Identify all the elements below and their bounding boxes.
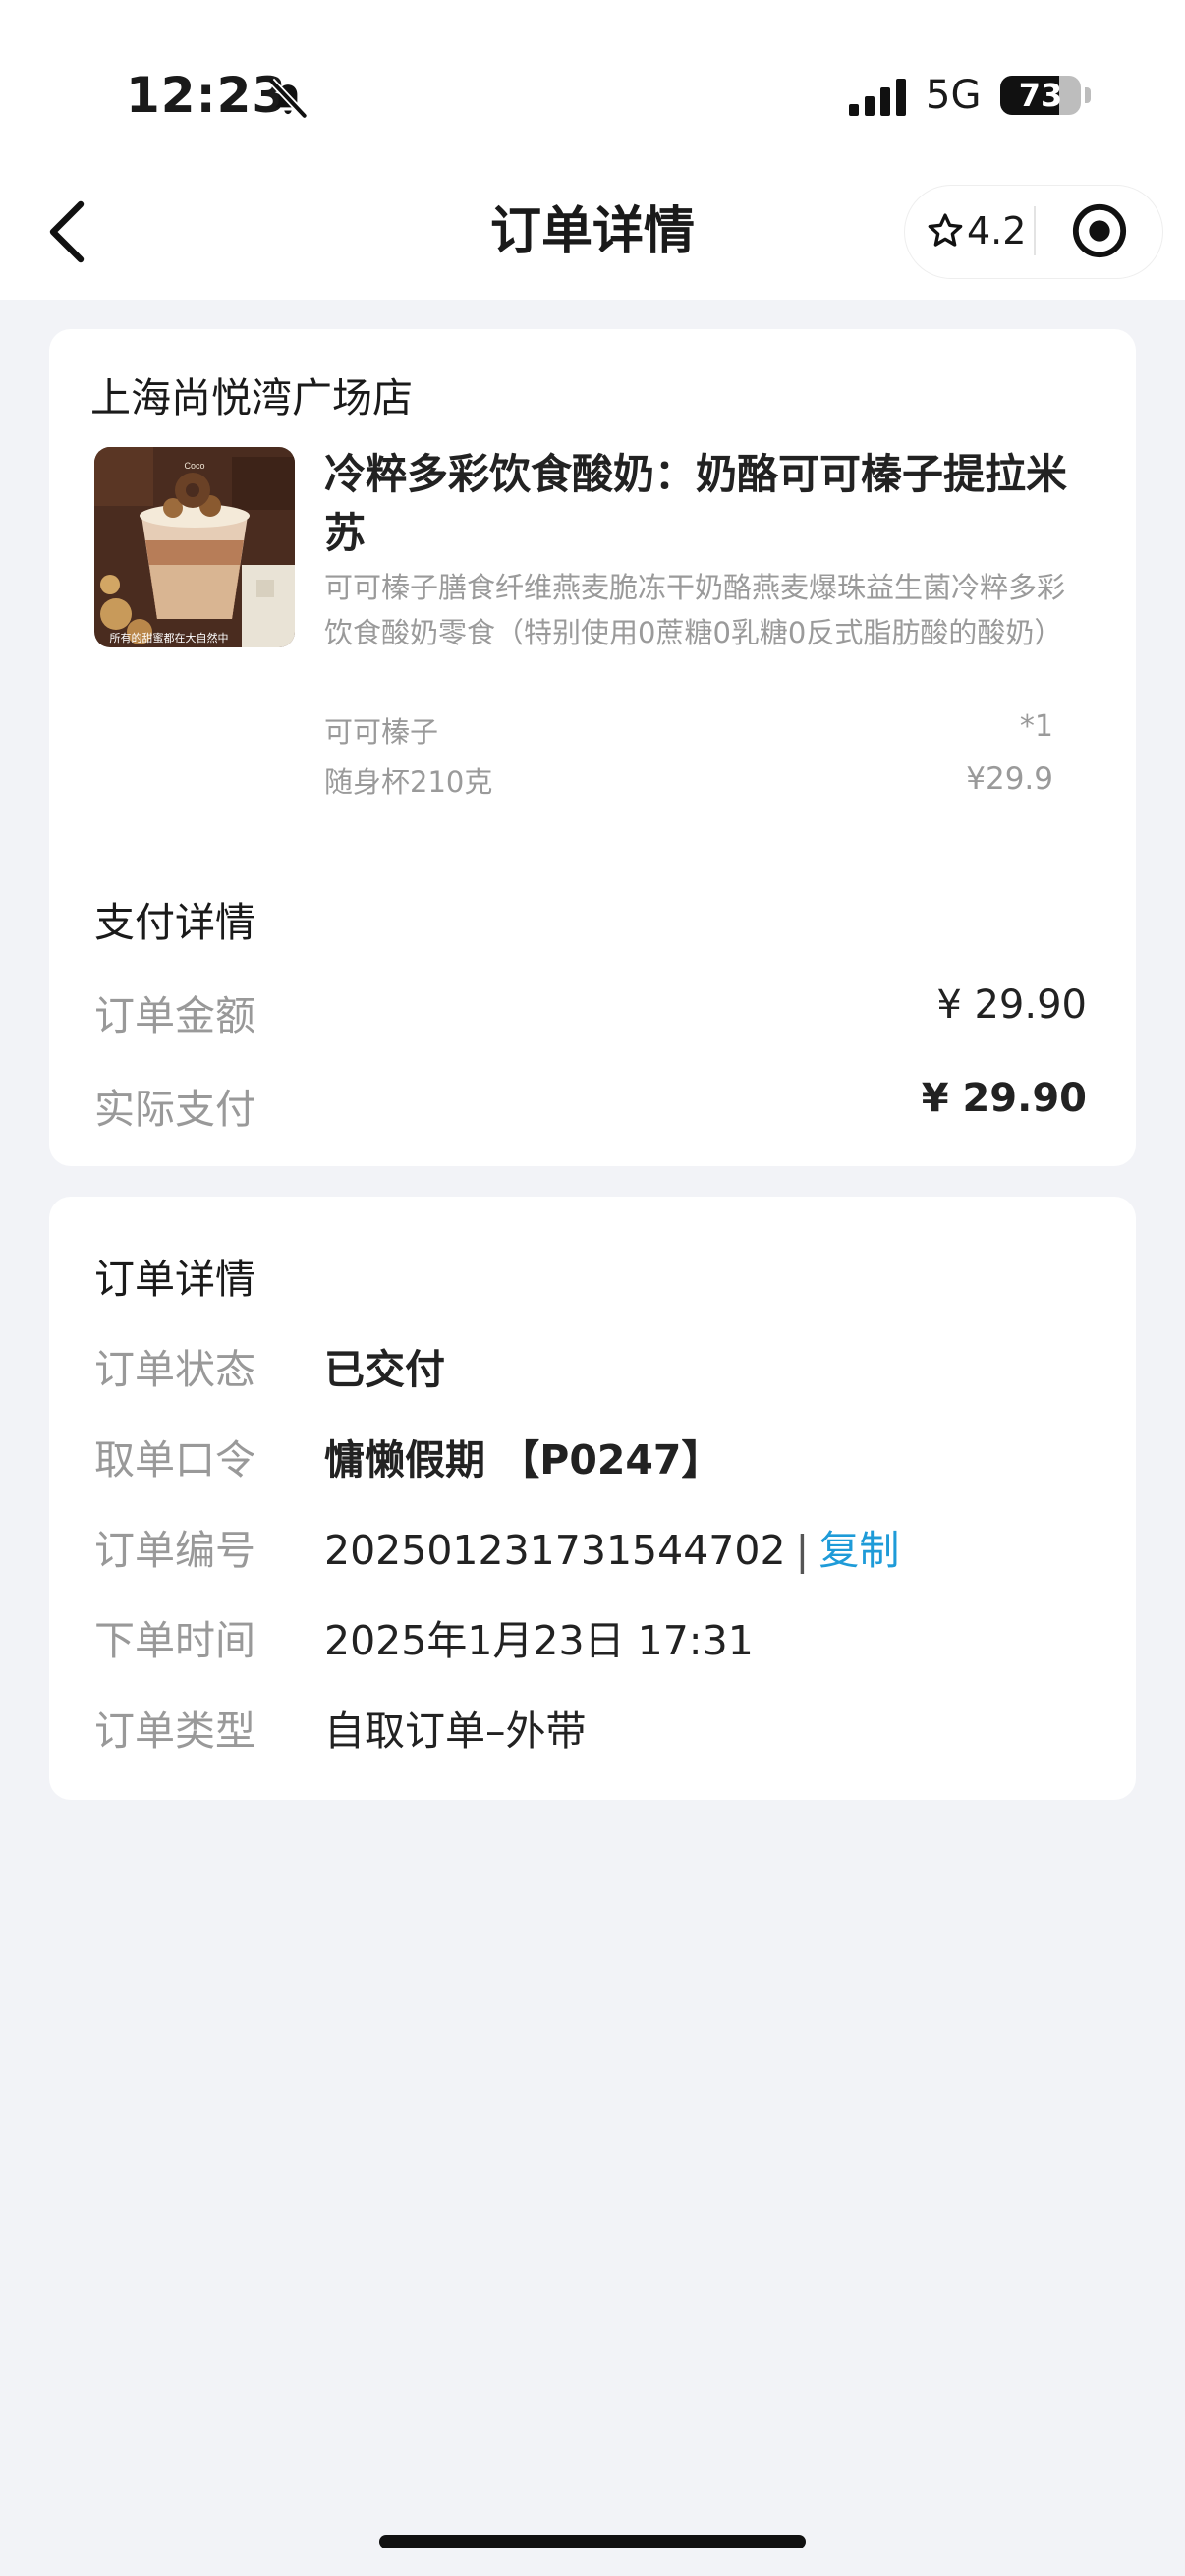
order-amount-value: ¥ 29.90 <box>936 982 1087 1028</box>
payment-section-title: 支付详情 <box>94 899 255 946</box>
capsule-divider <box>1034 206 1036 255</box>
order-card: 上海尚悦湾广场店 Coco 所有的甜蜜都在大自然中 冷粹多彩饮食酸奶：奶酪可可榛… <box>49 329 1136 1166</box>
order-status-value: 已交付 <box>324 1346 445 1393</box>
pickup-code-label: 取单口令 <box>94 1436 255 1484</box>
rating-value[interactable]: 4.2 <box>967 206 1026 255</box>
network-type: 5G <box>926 73 982 118</box>
store-name[interactable]: 上海尚悦湾广场店 <box>90 364 413 423</box>
product-price: ¥29.9 <box>966 761 1053 797</box>
order-detail-card: 订单详情 订单状态 已交付 取单口令 慵懒假期 【P0247】 订单编号 202… <box>49 1197 1136 1800</box>
product-image[interactable]: Coco 所有的甜蜜都在大自然中 <box>94 447 295 647</box>
copy-order-number-button[interactable]: 复制 <box>818 1527 899 1574</box>
battery-tip <box>1085 87 1091 103</box>
star-outline-icon[interactable] <box>926 211 965 251</box>
product-image-brand: Coco <box>184 461 204 471</box>
battery-percent: 73 <box>1018 77 1063 114</box>
product-title[interactable]: 冷粹多彩饮食酸奶：奶酪可可榛子提拉米苏 <box>324 445 1091 563</box>
order-number-value: 202501231731544702 <box>324 1527 786 1574</box>
product-spec-flavor: 可可榛子 <box>324 715 439 749</box>
order-amount-label: 订单金额 <box>94 992 255 1039</box>
order-number-separator: | <box>795 1527 810 1574</box>
top-bar: 12:23 5G 73 订单详情 4.2 <box>0 0 1185 300</box>
battery-icon: 73 <box>1000 76 1081 115</box>
paid-amount-value: ¥ 29.90 <box>921 1076 1087 1121</box>
order-status-label: 订单状态 <box>94 1346 255 1393</box>
bell-slash-icon <box>268 78 308 119</box>
detail-section-title: 订单详情 <box>94 1256 255 1303</box>
paid-amount-label: 实际支付 <box>94 1086 255 1133</box>
target-circle-icon[interactable] <box>1071 202 1128 259</box>
order-type-value: 自取订单–外带 <box>324 1708 587 1755</box>
product-image-caption: 所有的甜蜜都在大自然中 <box>110 631 229 644</box>
product-quantity: *1 <box>1019 709 1053 744</box>
order-time-value: 2025年1月23日 17:31 <box>324 1617 754 1664</box>
home-indicator[interactable] <box>379 2535 806 2548</box>
order-number-label: 订单编号 <box>94 1527 255 1574</box>
order-type-label: 订单类型 <box>94 1708 255 1755</box>
product-spec-size: 随身杯210克 <box>324 765 493 799</box>
order-number-row: 202501231731544702 | 复制 <box>324 1517 899 1576</box>
product-description: 可可榛子膳食纤维燕麦脆冻干奶酪燕麦爆珠益生菌冷粹多彩饮食酸奶零食（特别使用0蔗糖… <box>324 571 1066 649</box>
cellular-signal-icon <box>849 79 906 116</box>
pickup-code-value: 慵懒假期 【P0247】 <box>324 1436 722 1484</box>
order-time-label: 下单时间 <box>94 1617 255 1664</box>
